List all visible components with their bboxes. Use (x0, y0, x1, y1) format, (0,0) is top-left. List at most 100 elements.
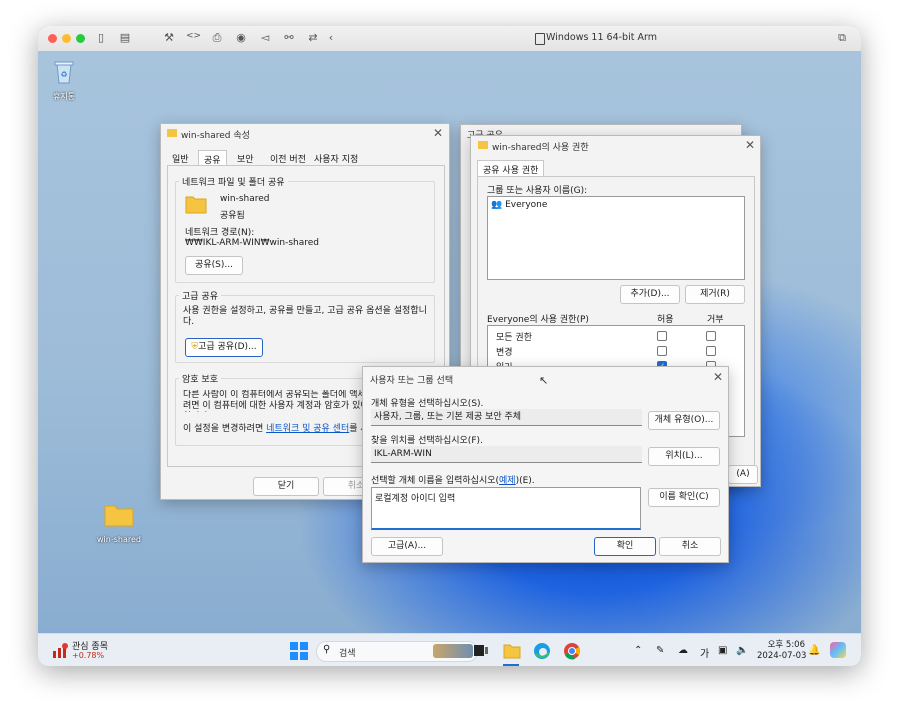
speaker-icon[interactable]: ◅ (258, 31, 272, 44)
clock-time[interactable]: 오후 5:06 (763, 638, 805, 650)
tray-overflow-icon[interactable]: ⌃ (634, 645, 642, 656)
edge-icon[interactable] (533, 642, 551, 660)
user-item-everyone[interactable]: 👥 Everyone (491, 200, 547, 210)
permissions-title: win-shared의 사용 권한 (492, 143, 589, 153)
password-change-line: 이 설정을 변경하려면 네트워크 및 공유 센터를 사용하세요. (183, 424, 383, 434)
advanced-sharing-button[interactable]: ⛨고급 공유(D)... (185, 338, 263, 357)
allow-header: 허용 (657, 315, 674, 325)
notification-bell-icon[interactable]: 🔔 (808, 645, 820, 656)
object-names-label: 선택할 개체 이름을 입력하십시오(예제)(E). (371, 476, 535, 486)
password-group-label: 암호 보호 (179, 372, 221, 385)
password-desc: 다른 사람이 이 컴퓨터에서 공유되는 폴더에 액세스하려면 이 컴퓨터에 대한… (183, 390, 382, 411)
recycle-bin-label: 휴지통 (52, 92, 76, 101)
location-label: 찾을 위치를 선택하십시오(F). (371, 436, 483, 446)
advanced-button[interactable]: 고급(A)... (371, 537, 443, 556)
stocks-widget-icon[interactable] (52, 643, 68, 659)
volume-icon[interactable]: 🔈 (736, 645, 748, 656)
camera-icon[interactable]: ◉ (234, 31, 248, 44)
allow-checkbox[interactable] (657, 331, 667, 341)
folder-share-state: 공유됨 (220, 211, 245, 221)
mouse-cursor-icon: ↖ (539, 374, 549, 387)
allow-checkbox[interactable] (657, 346, 667, 356)
locations-button[interactable]: 위치(L)... (648, 447, 720, 466)
svg-text:♻: ♻ (60, 70, 67, 79)
close-button[interactable]: 닫기 (253, 477, 319, 496)
folder-icon[interactable] (104, 503, 134, 527)
permissions-label: Everyone의 사용 권한(P) (487, 315, 589, 325)
perm-row-label: 변경 (496, 348, 513, 358)
network-sharing-center-link[interactable]: 네트워크 및 공유 센터 (266, 424, 349, 434)
properties-title: win-shared 속성 (181, 131, 250, 141)
folder-small-icon (167, 129, 177, 137)
minimize-light-icon[interactable] (62, 34, 71, 43)
share-icon[interactable]: ⇄ (306, 31, 320, 44)
perm-row-label: 모든 권한 (496, 333, 532, 343)
advanced-sharing-desc: 사용 권한을 설정하고, 공유를 만들고, 고급 공유 옵션을 설정합니다. (183, 306, 427, 327)
group-users-label: 그룹 또는 사용자 이름(G): (487, 186, 588, 196)
shared-folder-icon (185, 194, 207, 214)
clock-date[interactable]: 2024-07-03 (757, 651, 806, 661)
search-placeholder: 검색 (339, 649, 356, 659)
ime-indicator[interactable]: 가 (700, 645, 709, 660)
object-names-value: 로컬계정 아이디 입력 (375, 494, 456, 504)
folder-label: win-shared (97, 535, 141, 544)
back-icon[interactable]: ‹ (324, 31, 338, 44)
file-explorer-icon[interactable] (503, 642, 521, 660)
search-box[interactable]: ⚲ 검색 (316, 641, 478, 662)
chrome-icon[interactable] (563, 642, 581, 660)
network-share-group-label: 네트워크 파일 및 폴더 공유 (179, 175, 288, 188)
select-users-dialog: 사용자 또는 그룹 선택 ✕ ↖ 개체 유형을 선택하십시오(S). 사용자, … (362, 366, 729, 563)
explorer-active-indicator (503, 664, 519, 666)
select-users-title: 사용자 또는 그룹 선택 (370, 376, 454, 386)
pen-icon[interactable]: ✎ (656, 645, 664, 656)
network-path: ₩₩IKL-ARM-WIN₩win-shared (185, 238, 319, 248)
close-icon[interactable]: ✕ (433, 126, 443, 140)
users-listbox[interactable]: 👥 Everyone (487, 196, 745, 280)
cloud-icon[interactable]: ☁ (678, 645, 688, 656)
windows-start-icon[interactable] (290, 642, 308, 660)
vm-icon (535, 33, 545, 45)
zoom-light-icon[interactable] (76, 34, 85, 43)
check-names-button[interactable]: 이름 확인(C) (648, 488, 720, 507)
printer-icon[interactable]: ⎙ (210, 31, 224, 45)
close-light-icon[interactable] (48, 34, 57, 43)
folder-small-icon (478, 141, 488, 149)
examples-link[interactable]: 예제 (499, 476, 516, 486)
usb-icon[interactable]: ⚯ (282, 31, 296, 44)
deny-header: 거부 (707, 315, 724, 325)
search-highlight-icon (433, 644, 473, 658)
search-icon: ⚲ (323, 644, 331, 655)
add-button[interactable]: 추가(D)... (620, 285, 680, 304)
window-title: Windows 11 64-bit Arm (546, 32, 657, 43)
object-type-label: 개체 유형을 선택하십시오(S). (371, 399, 484, 409)
remove-button[interactable]: 제거(R) (685, 285, 745, 304)
folder-name: win-shared (220, 194, 270, 204)
task-view-icon[interactable] (472, 642, 490, 660)
network-icon[interactable]: ▣ (718, 645, 727, 656)
deny-checkbox[interactable] (706, 331, 716, 341)
fullscreen-icon[interactable]: ⧉ (835, 31, 849, 45)
wrench-icon[interactable]: ⚒ (162, 31, 176, 44)
recycle-bin-icon[interactable]: ♻ (52, 59, 76, 85)
copilot-icon[interactable] (830, 642, 846, 658)
snapshot-icon[interactable]: ▤ (118, 31, 132, 44)
ok-button[interactable]: 확인 (594, 537, 656, 556)
share-button[interactable]: 공유(S)... (185, 256, 243, 275)
taskbar: 관심 종목 +0.78% ⚲ 검색 ⌃ ✎ ☁ 가 ▣ 🔈 오후 5:06 20… (38, 633, 861, 666)
close-icon[interactable]: ✕ (745, 138, 755, 152)
object-types-button[interactable]: 개체 유형(O)... (648, 411, 720, 430)
users-group-icon: 👥 (491, 200, 503, 210)
advanced-sharing-group-label: 고급 공유 (179, 289, 221, 302)
mac-titlebar[interactable]: ▯ ▤ ⚒ <> ⎙ ◉ ◅ ⚯ ⇄ ‹ Windows 11 64-bit A… (38, 26, 861, 52)
sidebar-icon[interactable]: ▯ (94, 31, 108, 44)
deny-checkbox[interactable] (706, 346, 716, 356)
widget-value: +0.78% (72, 651, 105, 660)
object-names-input[interactable]: 로컬계정 아이디 입력 (371, 487, 641, 530)
code-icon[interactable]: <> (186, 31, 201, 41)
location-field: IKL-ARM-WIN (371, 446, 642, 463)
object-type-field: 사용자, 그룹, 또는 기본 제공 보안 주체 (371, 409, 642, 426)
apply-button[interactable]: (A) (728, 465, 758, 484)
network-path-label: 네트워크 경로(N): (185, 228, 255, 238)
close-icon[interactable]: ✕ (713, 370, 723, 384)
cancel-button[interactable]: 취소 (659, 537, 721, 556)
